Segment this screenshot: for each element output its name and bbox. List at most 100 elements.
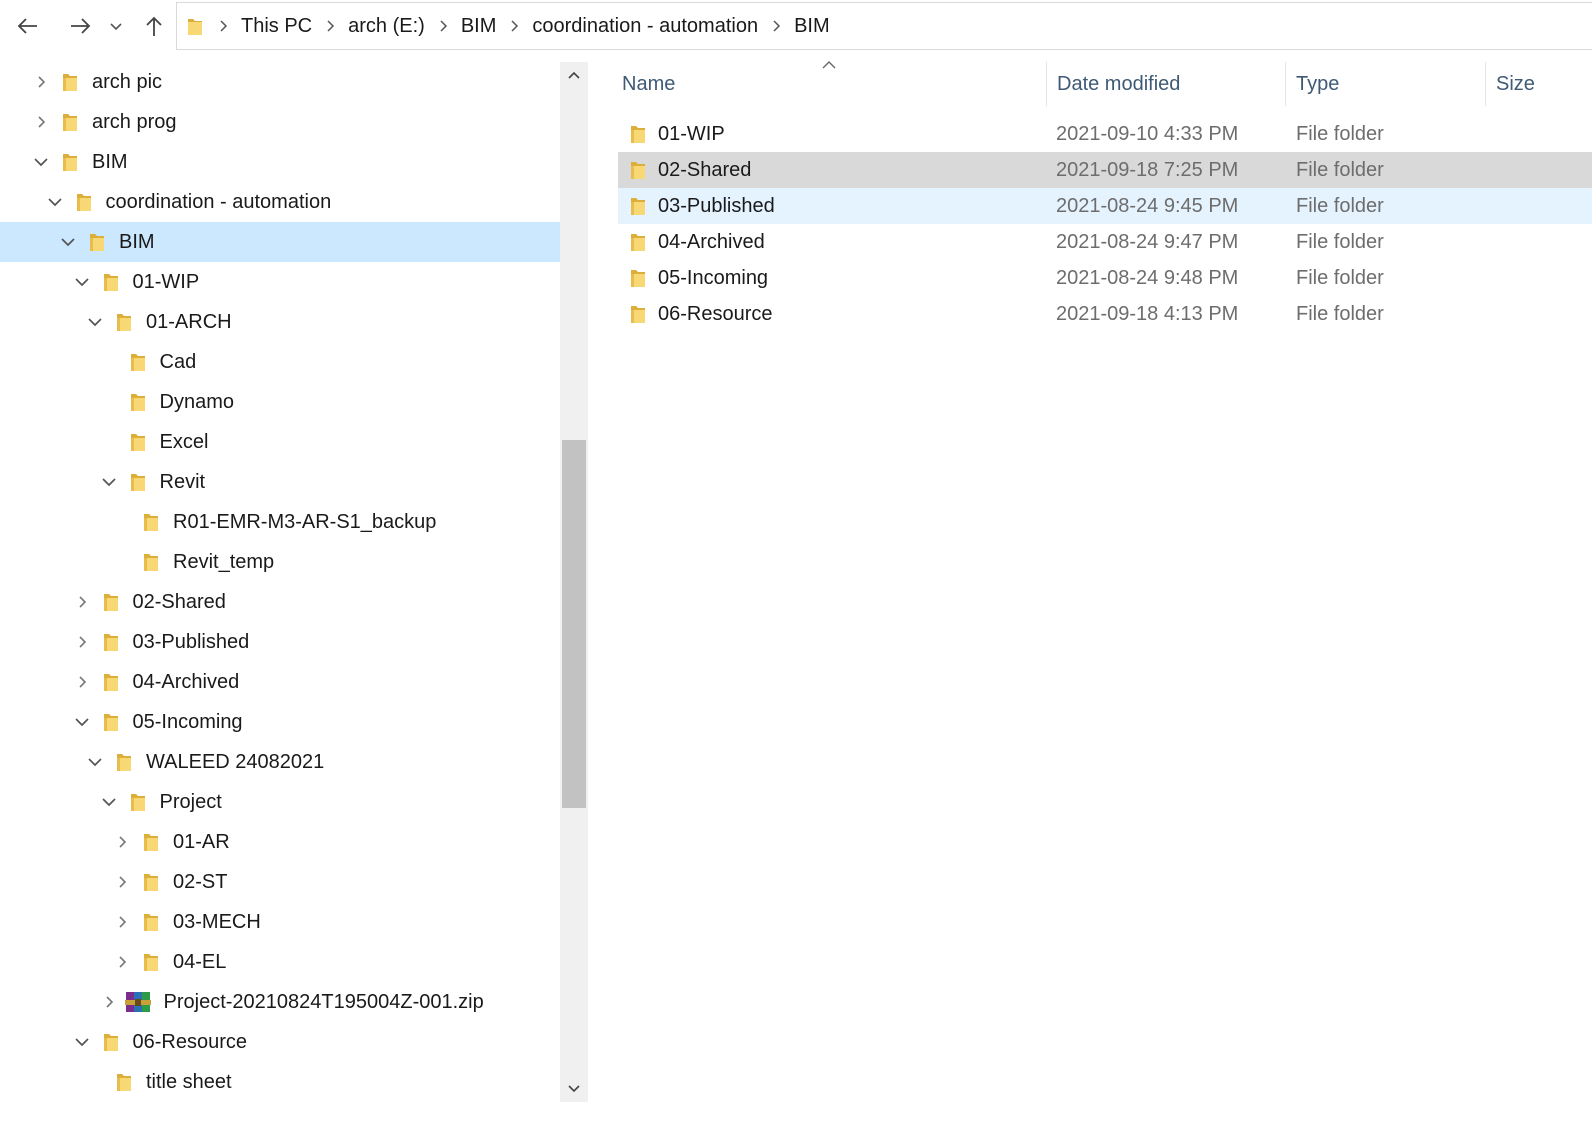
file-row[interactable]: 02-Shared 2021-09-18 7:25 PM File folder: [618, 152, 1592, 188]
chevron-down-icon[interactable]: [98, 471, 120, 493]
breadcrumb-separator-icon[interactable]: [504, 19, 524, 33]
tree-item[interactable]: title sheet: [0, 1062, 560, 1102]
chevron-right-icon[interactable]: [111, 871, 133, 893]
tree-item[interactable]: Cad: [0, 342, 560, 382]
tree-item[interactable]: coordination - automation: [0, 182, 560, 222]
forward-button[interactable]: [62, 8, 98, 44]
chevron-down-icon[interactable]: [44, 191, 66, 213]
tree-item[interactable]: 03-Published: [0, 622, 560, 662]
file-row[interactable]: 04-Archived 2021-08-24 9:47 PM File folder: [618, 224, 1592, 260]
tree-item[interactable]: BIM: [0, 222, 560, 262]
chevron-right-icon[interactable]: [111, 951, 133, 973]
folder-icon: [130, 474, 145, 491]
tree-item[interactable]: 06-Resource: [0, 1022, 560, 1062]
column-header-name[interactable]: Name: [622, 62, 1042, 106]
tree-item[interactable]: BIM: [0, 142, 560, 182]
breadcrumb-drive[interactable]: arch (E:): [340, 15, 433, 38]
tree-item[interactable]: 01-AR: [0, 822, 560, 862]
folder-icon: [103, 674, 118, 691]
address-bar[interactable]: This PC arch (E:) BIM coordination - aut…: [176, 2, 1592, 50]
tree-item-label: 03-MECH: [173, 910, 261, 933]
folder-icon: [631, 306, 645, 323]
tree-item-label: 04-EL: [173, 950, 227, 973]
recent-locations-button[interactable]: [102, 8, 130, 44]
tree-item[interactable]: 05-Incoming: [0, 702, 560, 742]
file-type: File folder: [1296, 230, 1384, 253]
scroll-thumb[interactable]: [562, 440, 586, 808]
chevron-right-icon[interactable]: [71, 631, 93, 653]
chevron-down-icon[interactable]: [84, 311, 106, 333]
folder-icon: [117, 1074, 131, 1091]
breadcrumb-bim[interactable]: BIM: [453, 15, 505, 38]
tree-item[interactable]: 03-MECH: [0, 902, 560, 942]
column-header-size[interactable]: Size: [1496, 62, 1586, 106]
scroll-up-button[interactable]: [560, 62, 588, 90]
tree-item[interactable]: Dynamo: [0, 382, 560, 422]
tree-item-label: BIM: [92, 150, 128, 173]
chevron-right-icon[interactable]: [30, 71, 52, 93]
breadcrumb-separator-icon[interactable]: [766, 19, 786, 33]
navigation-pane: arch pic arch prog BIM coordination - autom…: [0, 62, 560, 1125]
tree-item[interactable]: R01-EMR-M3-AR-S1_backup: [0, 502, 560, 542]
tree-item[interactable]: Project: [0, 782, 560, 822]
chevron-right-icon[interactable]: [98, 991, 120, 1013]
navigation-scrollbar[interactable]: [560, 62, 588, 1102]
breadcrumb-current[interactable]: BIM: [786, 15, 838, 38]
file-type: File folder: [1296, 158, 1384, 181]
tree-item-label: Project: [159, 790, 222, 813]
scroll-down-button[interactable]: [560, 1074, 588, 1102]
tree-item[interactable]: 02-Shared: [0, 582, 560, 622]
chevron-down-icon[interactable]: [71, 271, 93, 293]
file-date-modified: 2021-08-24 9:47 PM: [1056, 230, 1239, 253]
chevron-down-icon[interactable]: [57, 231, 79, 253]
breadcrumb-separator-icon[interactable]: [213, 19, 233, 33]
file-name: 03-Published: [658, 194, 775, 217]
chevron-down-icon[interactable]: [71, 1031, 93, 1053]
chevron-right-icon[interactable]: [111, 911, 133, 933]
column-headers: Name Date modified Type Size: [600, 62, 1592, 106]
file-name: 01-WIP: [658, 122, 725, 145]
breadcrumb-separator-icon[interactable]: [320, 19, 340, 33]
chevron-right-icon[interactable]: [30, 111, 52, 133]
column-header-type[interactable]: Type: [1296, 62, 1476, 106]
file-row[interactable]: 05-Incoming 2021-08-24 9:48 PM File folder: [618, 260, 1592, 296]
chevron-right-icon[interactable]: [71, 671, 93, 693]
chevron-down-icon[interactable]: [30, 151, 52, 173]
tree-item[interactable]: Project-20210824T195004Z-001.zip: [0, 982, 560, 1022]
tree-item[interactable]: 01-WIP: [0, 262, 560, 302]
column-divider[interactable]: [1485, 62, 1486, 106]
column-divider[interactable]: [1285, 62, 1286, 106]
file-row[interactable]: 06-Resource 2021-09-18 4:13 PM File folder: [618, 296, 1592, 332]
file-name: 02-Shared: [658, 158, 752, 181]
tree-item[interactable]: Excel: [0, 422, 560, 462]
chevron-down-icon[interactable]: [84, 751, 106, 773]
chevron-right-icon[interactable]: [71, 591, 93, 613]
breadcrumb-coordination[interactable]: coordination - automation: [524, 15, 766, 38]
folder-icon: [144, 554, 158, 571]
breadcrumb-separator-icon[interactable]: [433, 19, 453, 33]
tree-item[interactable]: WALEED 24082021: [0, 742, 560, 782]
tree-item[interactable]: 01-ARCH: [0, 302, 560, 342]
folder-icon: [631, 126, 645, 143]
tree-item-label: 02-Shared: [132, 590, 226, 613]
back-button[interactable]: [10, 8, 46, 44]
column-divider[interactable]: [1046, 62, 1047, 106]
tree-item[interactable]: 04-EL: [0, 942, 560, 982]
column-header-date[interactable]: Date modified: [1057, 62, 1277, 106]
tree-item[interactable]: arch pic: [0, 62, 560, 102]
file-row[interactable]: 03-Published 2021-08-24 9:45 PM File folde…: [618, 188, 1592, 224]
tree-item[interactable]: Revit_temp: [0, 542, 560, 582]
breadcrumb-this-pc[interactable]: This PC: [233, 15, 320, 38]
tree-item[interactable]: Revit: [0, 462, 560, 502]
chevron-down-icon[interactable]: [98, 791, 120, 813]
file-row[interactable]: 01-WIP 2021-09-10 4:33 PM File folder: [618, 116, 1592, 152]
chevron-right-icon[interactable]: [111, 831, 133, 853]
chevron-down-icon: [110, 23, 122, 31]
tree-item[interactable]: 04-Archived: [0, 662, 560, 702]
chevron-down-icon[interactable]: [71, 711, 93, 733]
tree-item[interactable]: 02-ST: [0, 862, 560, 902]
tree-item[interactable]: arch prog: [0, 102, 560, 142]
up-button[interactable]: [136, 8, 172, 44]
tree-item-label: 01-ARCH: [146, 310, 232, 333]
